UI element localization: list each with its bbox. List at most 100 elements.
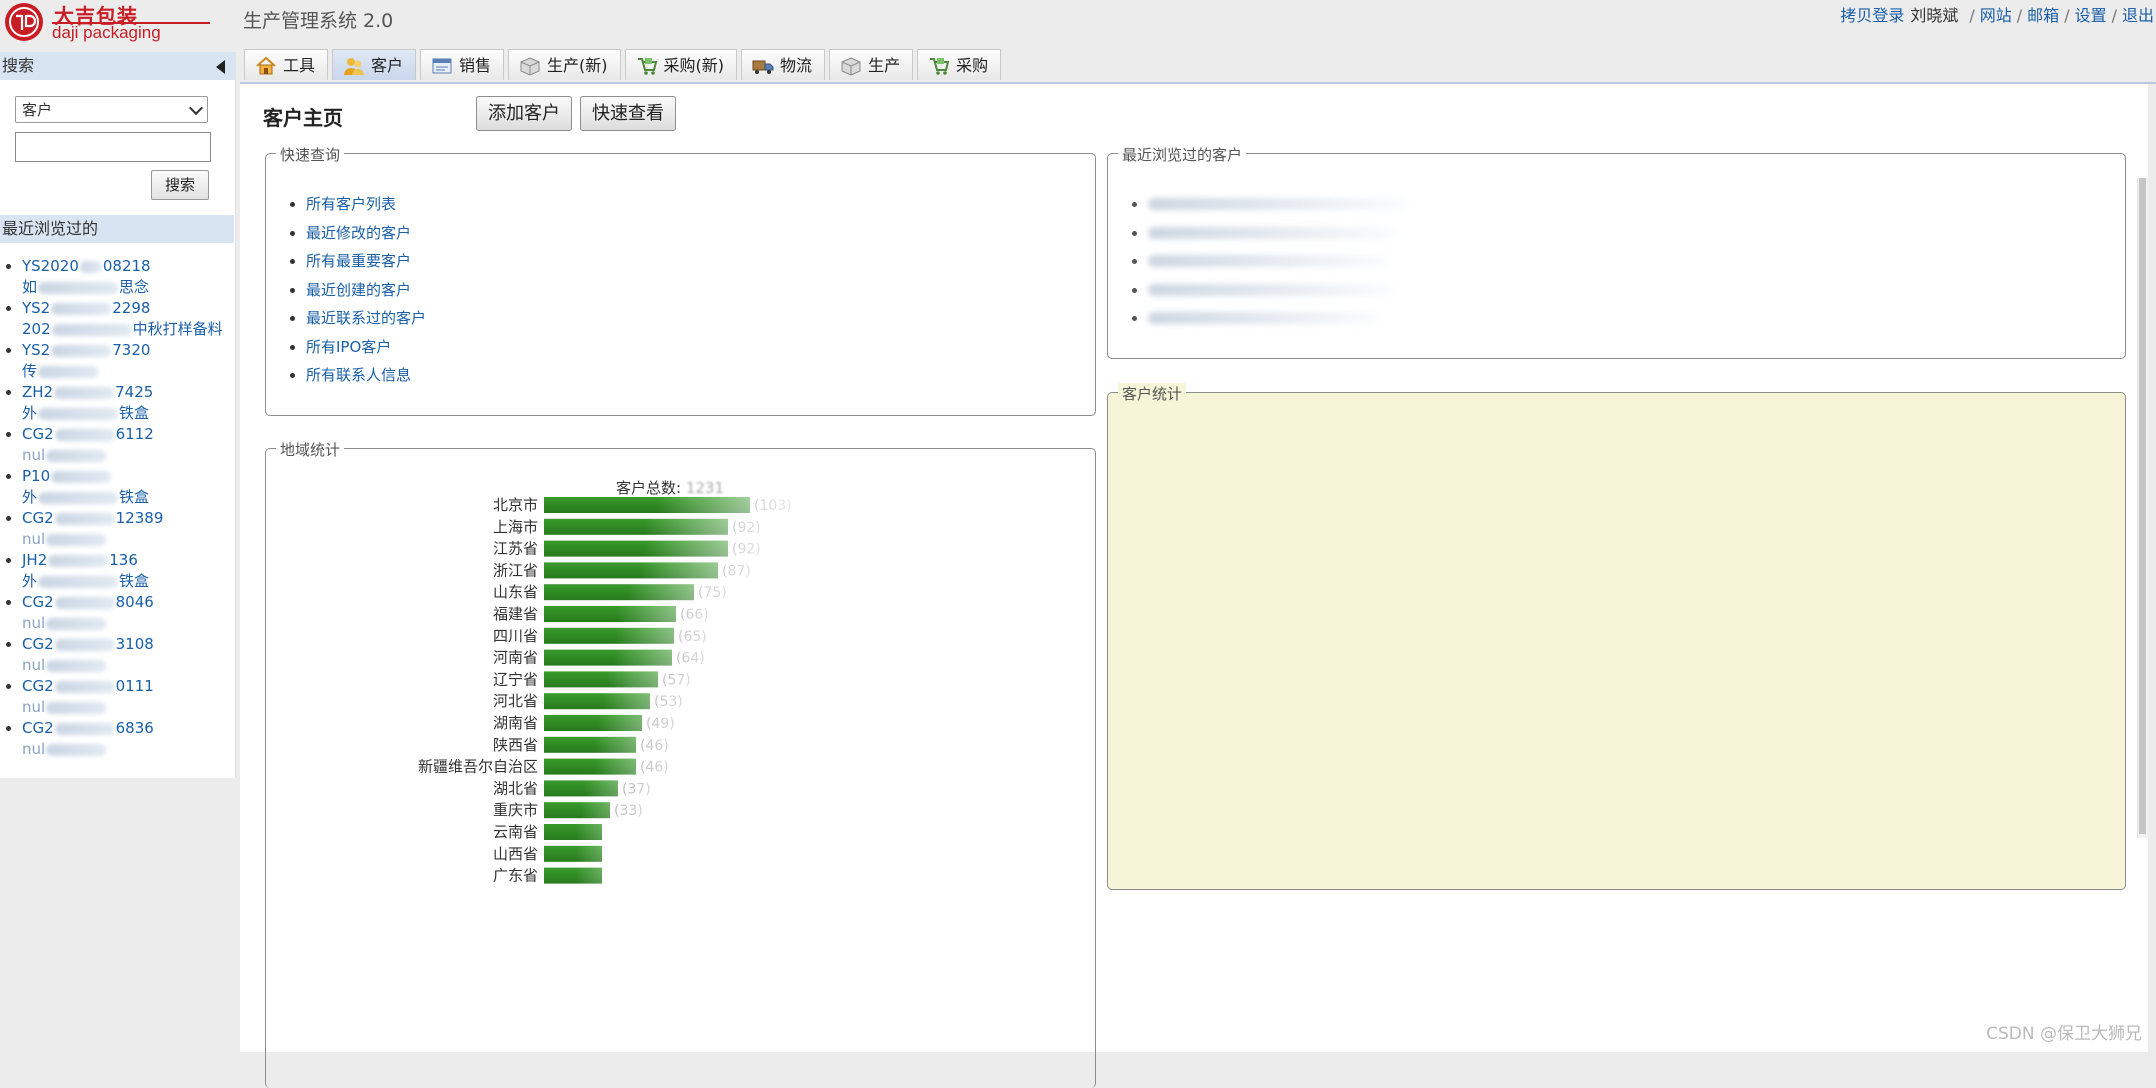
settings-link[interactable]: 设置 [2075,6,2107,25]
recent-item-desc-head: 如 [22,278,38,296]
tab-purchase-7[interactable]: 采购 [917,49,1002,80]
recent-item-desc-head: nul [22,740,46,758]
blur-overlay [614,647,752,668]
recent-customer-item[interactable] [1128,304,1378,333]
customer-stats-panel: 客户统计 [1107,383,2126,890]
recent-item[interactable]: YS2 7320 传 [0,340,234,382]
recent-item-code-tail: 136 [109,551,138,569]
company-logo[interactable]: 大吉包装 daji packaging [4,2,210,44]
bar-category-label: 河北省 [493,692,538,710]
blur-overlay [575,843,682,864]
redacted-text [51,302,112,315]
bar-category-label: 辽宁省 [493,670,538,688]
collapse-left-icon[interactable] [216,60,225,74]
redacted-text [46,617,107,630]
customer-icon [343,55,365,75]
search-input[interactable] [15,132,211,162]
recent-customer-item[interactable] [1128,276,1393,305]
bar-category-label: 陕西省 [493,736,538,754]
recent-item[interactable]: CG2 3108 nul [0,634,234,676]
tab-box-3[interactable]: 生产(新) [508,49,621,80]
website-link[interactable]: 网站 [1980,6,2012,25]
recent-item-desc: nul [22,655,234,676]
recent-customer-item[interactable] [1128,219,1398,248]
recent-item[interactable]: JH2 136 外 铁盒 [0,550,234,592]
quick-query-link[interactable]: 所有客户列表 [286,190,426,219]
quick-query-link[interactable]: 所有IPO客户 [286,333,426,362]
recent-item-code: YS2020 08218 [22,256,234,277]
bar-category-label: 江苏省 [493,540,538,558]
bar-category-label: 湖北省 [493,779,538,797]
recent-item[interactable]: ZH2 7425 外 铁盒 [0,382,234,424]
recent-item-code: ZH2 7425 [22,382,234,403]
search-button[interactable]: 搜索 [151,170,209,200]
tab-box-6[interactable]: 生产 [829,49,914,80]
redacted-text [54,722,115,735]
blur-overlay [639,560,798,581]
redacted-text [1148,255,1388,267]
mail-link[interactable]: 邮箱 [2027,6,2059,25]
recent-item-desc-head: nul [22,698,46,716]
recent-item-desc: nul [22,739,234,760]
add-customer-button[interactable]: 添加客户 [476,96,572,131]
recent-item[interactable]: YS2 2298 202 中秋打样备料 [0,298,234,340]
search-type-select[interactable]: 客户 [15,96,208,123]
tab-label: 工具 [283,55,316,75]
truck-icon [752,55,774,75]
app-title: 生产管理系统 2.0 [243,10,394,32]
tab-purchase-4[interactable]: 采购(新) [624,49,738,80]
logout-link[interactable]: 退出 [2122,6,2154,25]
redacted-text [54,428,115,441]
tab-sales-2[interactable]: 销售 [420,49,505,80]
recent-item[interactable]: YS2020 08218 如 思念 [0,256,234,298]
tab-home-0[interactable]: 工具 [244,49,329,80]
tab-truck-5[interactable]: 物流 [741,49,826,80]
tab-label: 生产(新) [547,55,608,75]
quick-query-link[interactable]: 所有最重要客户 [286,247,426,276]
recent-customer-item[interactable] [1128,247,1388,276]
scrollbar[interactable] [2137,178,2148,838]
tab-label: 客户 [371,55,404,75]
quick-view-button[interactable]: 快速查看 [580,96,676,131]
redacted-text [51,470,112,483]
tab-customer-1[interactable]: 客户 [332,49,417,80]
recent-panel-header: 最近浏览过的 [0,215,234,243]
recent-item[interactable]: P10 外 铁盒 [0,466,234,508]
recent-item-code: JH2 136 [22,550,234,571]
redacted-text [51,323,132,336]
bar-category-label: 浙江省 [493,561,538,579]
region-stats-panel: 地域统计 客户总数: 1231 北京市(103)上海市(92)江苏省(92)浙江… [265,439,1096,1088]
blur-overlay [645,538,808,559]
recent-item-desc: nul [22,445,234,466]
recent-item[interactable]: CG2 6112 nul [0,424,234,466]
recent-item-desc-head: 传 [22,362,38,380]
recent-customers-legend: 最近浏览过的客户 [1118,144,1247,165]
redacted-text [1148,226,1398,239]
current-user: 刘晓斌 [1910,6,1959,25]
impersonate-link[interactable]: 拷贝登录 [1840,6,1904,25]
recent-item[interactable]: CG2 6836 nul [0,718,234,760]
quick-query-link[interactable]: 最近创建的客户 [286,276,426,305]
redacted-text [54,386,115,399]
recent-item-desc-head: 外 [22,404,38,422]
box-icon [519,55,541,76]
search-panel-title: 搜索 [2,56,35,75]
quick-query-link[interactable]: 最近联系过的客户 [286,304,426,333]
scrollbar-thumb[interactable] [2139,178,2146,834]
recent-item[interactable]: CG2 0111 nul [0,676,234,718]
quick-query-link[interactable]: 最近修改的客户 [286,219,426,248]
quick-query-link[interactable]: 所有联系人信息 [286,361,426,390]
bar-category-label: 云南省 [493,823,538,841]
recent-customers-panel: 最近浏览过的客户 [1107,144,2126,359]
recent-item[interactable]: CG2 12389 nul [0,508,234,550]
tab-label: 采购 [956,55,989,75]
recent-customer-item[interactable] [1128,190,1408,219]
recent-item-code-head: CG2 [22,509,54,527]
recent-item-desc-head: 外 [22,488,38,506]
recent-item-code: CG2 6836 [22,718,234,739]
purchase-icon [636,55,658,75]
recent-item-code: CG2 6112 [22,424,234,445]
recent-item-code-head: YS2 [22,341,51,359]
recent-item[interactable]: CG2 8046 nul [0,592,234,634]
blur-overlay [657,495,830,515]
